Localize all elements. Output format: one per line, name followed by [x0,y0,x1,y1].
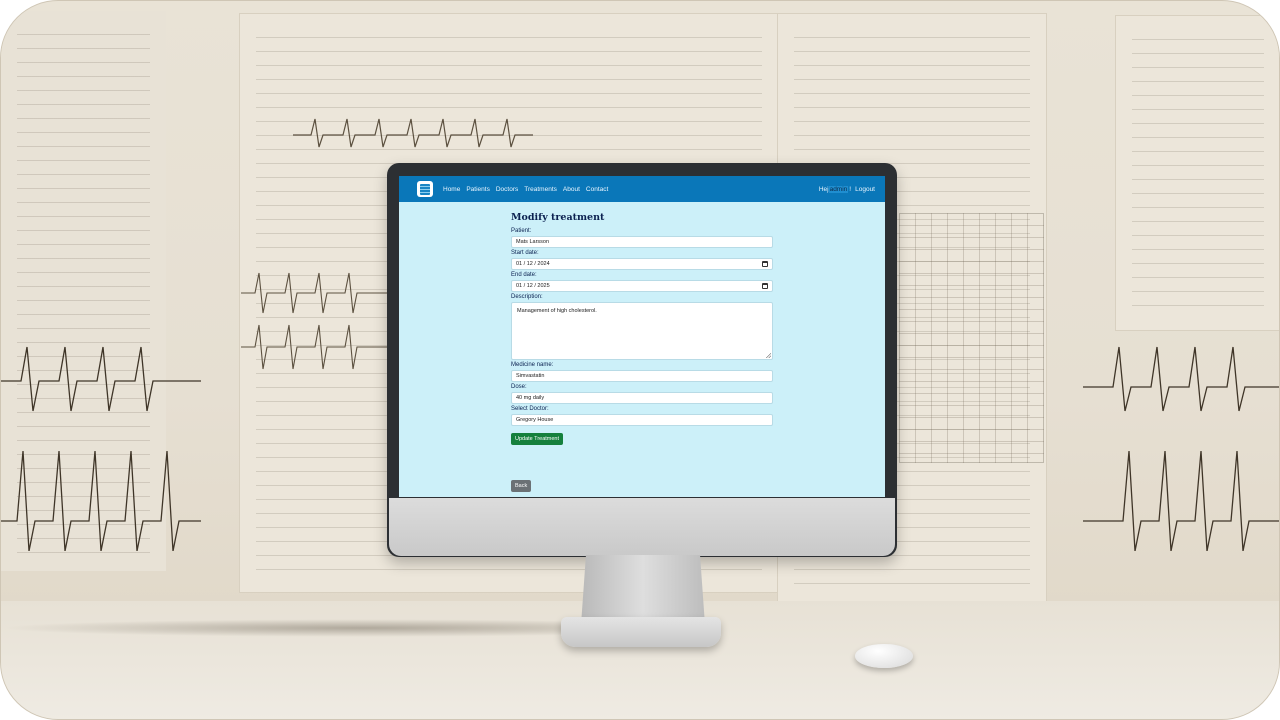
patient-field[interactable]: Mats Larsson [511,236,773,248]
doctor-select[interactable]: Gregory House [511,414,773,426]
patient-value: Mats Larsson [516,239,550,245]
username: admin [828,185,849,193]
ecg-trace [293,118,533,148]
nav-treatments-link[interactable]: Treatments [524,186,557,193]
background-grid-chart [899,213,1044,463]
monitor-stand-base [561,617,721,647]
treatment-form: Modify treatment Patient: Mats Larsson S… [511,212,773,445]
doctor-label: Select Doctor: [511,406,549,412]
clinic-logo-icon[interactable] [417,181,433,197]
patient-label: Patient: [511,228,532,234]
start-date-value: 01 / 12 / 2024 [516,261,550,267]
greeting-text: Hej [818,185,829,193]
start-date-label: Start date: [511,250,539,256]
calendar-icon[interactable] [762,283,768,289]
nav-patients-link[interactable]: Patients [466,186,490,193]
background-document [1115,15,1279,331]
nav-doctors-link[interactable]: Doctors [496,186,518,193]
ecg-trace [1083,346,1279,551]
nav-about-link[interactable]: About [563,186,580,193]
start-date-field[interactable]: 01 / 12 / 2024 [511,258,773,270]
resize-handle-icon[interactable] [766,353,771,358]
ecg-trace [1,346,201,551]
calendar-icon[interactable] [762,261,768,267]
ecg-trace [241,272,387,370]
back-button[interactable]: Back [511,480,532,492]
monitor-chin [389,498,895,556]
description-value: Management of high cholesterol. [517,308,597,314]
mouse [855,644,913,668]
dose-label: Dose: [511,384,527,390]
medicine-label: Medicine name: [511,362,554,368]
greeting-end: ! [849,185,852,193]
description-textarea[interactable]: Management of high cholesterol. [511,302,773,360]
navbar: Home Patients Doctors Treatments About C… [399,176,885,202]
monitor-stand-neck [581,555,705,625]
end-date-label: End date: [511,272,537,278]
dose-value: 40 mg daily [516,395,545,401]
update-treatment-button[interactable]: Update Treatment [511,433,564,445]
logout-link[interactable]: Logout [855,186,875,193]
scene-background: Home Patients Doctors Treatments About C… [0,0,1280,720]
description-label: Description: [511,294,543,300]
dose-field[interactable]: 40 mg daily [511,392,773,404]
medicine-value: Simvastatin [516,373,545,379]
page-title: Modify treatment [511,212,605,223]
screen: Home Patients Doctors Treatments About C… [399,176,885,497]
end-date-field[interactable]: 01 / 12 / 2025 [511,280,773,292]
nav-contact-link[interactable]: Contact [586,186,608,193]
nav-home-link[interactable]: Home [443,186,460,193]
user-greeting: Hej admin ! Logout [818,185,875,193]
doctor-value: Gregory House [516,417,554,423]
medicine-field[interactable]: Simvastatin [511,370,773,382]
end-date-value: 01 / 12 / 2025 [516,283,550,289]
